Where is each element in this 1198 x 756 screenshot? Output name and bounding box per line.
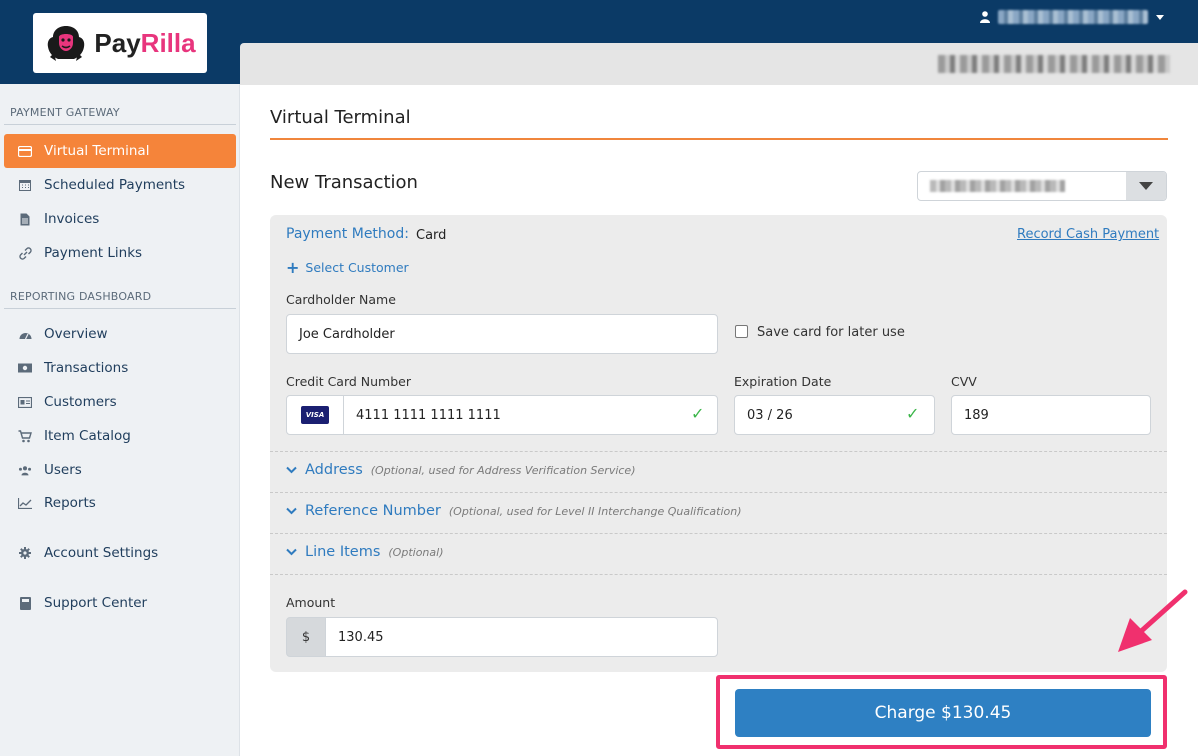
- sidebar-item-overview[interactable]: Overview: [4, 317, 236, 351]
- transaction-form-panel: [270, 215, 1167, 672]
- content-header-bar: [240, 43, 1198, 85]
- sidebar-item-label: Payment Links: [44, 245, 143, 261]
- sidebar-item-label: Account Settings: [44, 545, 159, 561]
- dropdown-toggle[interactable]: [1126, 172, 1166, 200]
- sidebar-item-label: Overview: [44, 326, 108, 342]
- section-divider: [270, 574, 1167, 575]
- reference-number-note: (Optional, used for Level II Interchange…: [448, 505, 742, 518]
- chevron-down-icon: [286, 504, 297, 518]
- charge-button[interactable]: Charge $130.45: [735, 689, 1151, 737]
- chevron-down-icon: [1156, 14, 1164, 20]
- section-heading: New Transaction: [270, 172, 418, 193]
- gorilla-icon: [48, 26, 85, 61]
- terminal-select[interactable]: [917, 171, 1167, 201]
- save-card-label: Save card for later use: [757, 325, 905, 340]
- cardholder-name-label: Cardholder Name: [286, 292, 396, 307]
- card-number-label: Credit Card Number: [286, 374, 411, 389]
- sidebar-item-label: Customers: [44, 394, 117, 410]
- link-icon: [18, 246, 32, 260]
- payment-method-value: Card: [416, 228, 447, 243]
- id-card-icon: [18, 396, 32, 408]
- sidebar-item-support-center[interactable]: Support Center: [4, 586, 236, 620]
- book-icon: [18, 596, 32, 610]
- valid-check-icon: ✓: [906, 404, 920, 423]
- select-customer-link[interactable]: + Select Customer: [286, 257, 409, 277]
- chevron-down-icon: [1139, 182, 1153, 190]
- amount-input[interactable]: 130.45: [325, 617, 718, 657]
- sidebar-item-label: Users: [44, 462, 82, 478]
- valid-check-icon: ✓: [691, 404, 705, 423]
- sidebar-item-customers[interactable]: Customers: [4, 385, 236, 419]
- section-divider: [4, 308, 236, 309]
- cvv-label: CVV: [951, 374, 977, 389]
- visa-icon: VISA: [301, 406, 329, 424]
- blurred-account-name: [938, 55, 1170, 73]
- section-title-reporting-dashboard: REPORTING DASHBOARD: [10, 290, 152, 303]
- line-items-section-toggle[interactable]: Line Items (Optional): [286, 544, 443, 560]
- sidebar-item-label: Support Center: [44, 595, 148, 611]
- chevron-down-icon: [286, 545, 297, 559]
- blurred-username: [998, 10, 1148, 24]
- currency-addon: $: [286, 617, 326, 657]
- sidebar-item-label: Invoices: [44, 211, 100, 227]
- sidebar-item-label: Virtual Terminal: [44, 143, 150, 159]
- sidebar-item-label: Reports: [44, 495, 96, 511]
- card-brand-addon: VISA: [286, 395, 344, 435]
- sidebar-item-transactions[interactable]: Transactions: [4, 351, 236, 385]
- section-divider: [270, 492, 1167, 493]
- chart-icon: [18, 497, 32, 509]
- cardholder-name-input[interactable]: Joe Cardholder: [286, 314, 718, 354]
- annotation-arrow-icon: [1118, 589, 1188, 652]
- reference-number-section-toggle[interactable]: Reference Number (Optional, used for Lev…: [286, 503, 742, 519]
- sidebar-item-item-catalog[interactable]: Item Catalog: [4, 419, 236, 453]
- record-cash-payment-link[interactable]: Record Cash Payment: [1017, 227, 1159, 242]
- amount-label: Amount: [286, 595, 336, 610]
- title-divider: [270, 138, 1168, 140]
- sidebar-item-account-settings[interactable]: Account Settings: [4, 536, 236, 570]
- payrilla-logo[interactable]: PayRilla: [33, 13, 207, 73]
- sidebar-item-payment-links[interactable]: Payment Links: [4, 236, 236, 270]
- cvv-input[interactable]: 189: [951, 395, 1151, 435]
- payment-method-label: Payment Method:: [286, 226, 409, 242]
- money-icon: [18, 363, 32, 373]
- dashboard-icon: [18, 329, 32, 340]
- user-icon: [980, 11, 990, 23]
- sidebar-item-virtual-terminal[interactable]: Virtual Terminal: [4, 134, 236, 168]
- sidebar-item-label: Transactions: [44, 360, 129, 376]
- reference-number-title: Reference Number: [305, 503, 441, 519]
- address-title: Address: [305, 462, 363, 478]
- card-number-input[interactable]: 4111 1111 1111 1111: [343, 395, 718, 435]
- line-items-note: (Optional): [388, 546, 444, 559]
- sidebar-item-label: Scheduled Payments: [44, 177, 186, 193]
- sidebar-item-users[interactable]: Users: [4, 453, 236, 487]
- blurred-terminal-name: [930, 180, 1065, 192]
- sidebar-item-invoices[interactable]: Invoices: [4, 202, 236, 236]
- users-icon: [18, 465, 32, 476]
- logo-text: PayRilla: [94, 27, 196, 58]
- document-icon: [18, 213, 32, 226]
- address-section-toggle[interactable]: Address (Optional, used for Address Veri…: [286, 462, 636, 478]
- line-items-title: Line Items: [305, 544, 381, 560]
- sidebar-item-scheduled-payments[interactable]: Scheduled Payments: [4, 168, 236, 202]
- address-note: (Optional, used for Address Verification…: [370, 464, 636, 477]
- cart-icon: [18, 429, 32, 443]
- plus-icon: +: [286, 257, 300, 277]
- chevron-down-icon: [286, 463, 297, 477]
- page-title: Virtual Terminal: [270, 107, 411, 128]
- section-divider: [270, 451, 1167, 452]
- expiration-date-input[interactable]: 03 / 26: [734, 395, 935, 435]
- sidebar-item-label: Item Catalog: [44, 428, 131, 444]
- section-divider: [4, 124, 236, 125]
- save-card-checkbox[interactable]: [735, 325, 748, 338]
- sidebar-item-reports[interactable]: Reports: [4, 486, 236, 520]
- select-customer-label: Select Customer: [305, 260, 409, 275]
- section-title-payment-gateway: PAYMENT GATEWAY: [10, 106, 120, 119]
- gear-icon: [18, 547, 32, 559]
- user-menu[interactable]: [980, 10, 1164, 24]
- expiration-date-label: Expiration Date: [734, 374, 832, 389]
- credit-card-icon: [18, 145, 32, 157]
- sidebar: PAYMENT GATEWAY Virtual Terminal Schedul…: [0, 84, 240, 756]
- section-divider: [270, 533, 1167, 534]
- calendar-icon: [18, 179, 32, 191]
